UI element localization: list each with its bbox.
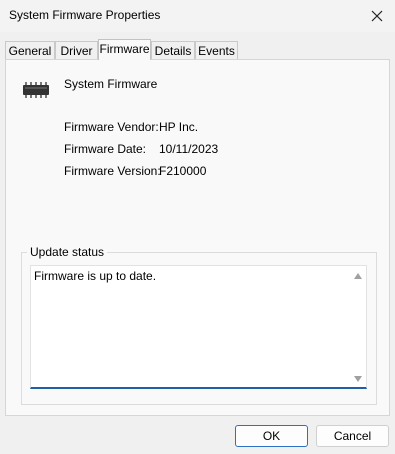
device-name: System Firmware (64, 77, 158, 91)
firmware-panel: System Firmware Firmware Vendor: HP Inc.… (5, 59, 390, 416)
ok-button[interactable]: OK (235, 425, 308, 447)
scroll-up-button[interactable] (352, 270, 363, 281)
tab-general[interactable]: General (5, 41, 55, 59)
update-status-label: Update status (27, 245, 108, 259)
tab-details[interactable]: Details (151, 41, 195, 59)
close-button[interactable] (359, 0, 395, 32)
tab-events[interactable]: Events (195, 41, 238, 59)
tab-firmware[interactable]: Firmware (98, 39, 151, 60)
firmware-date-value: 10/11/2023 (159, 142, 219, 156)
close-icon (371, 10, 383, 22)
firmware-vendor-label: Firmware Vendor: (64, 120, 159, 134)
scroll-down-button[interactable] (352, 373, 363, 384)
update-status-text: Firmware is up to date. (34, 269, 157, 283)
firmware-version-value: F210000 (159, 164, 207, 178)
scroll-up-arrow-icon (353, 272, 362, 279)
update-status-group: Update status Firmware is up to date. (21, 245, 377, 405)
update-status-textbox[interactable]: Firmware is up to date. (30, 265, 367, 389)
firmware-version-label: Firmware Version: (64, 164, 161, 178)
cancel-button[interactable]: Cancel (316, 425, 389, 447)
window-title: System Firmware Properties (9, 8, 161, 22)
tab-strip: General Driver Firmware Details Events (5, 39, 390, 60)
firmware-vendor-value: HP Inc. (159, 120, 199, 134)
title-bar: System Firmware Properties (0, 0, 395, 32)
tab-driver[interactable]: Driver (55, 41, 98, 59)
scroll-down-arrow-icon (353, 375, 362, 382)
firmware-date-label: Firmware Date: (64, 142, 147, 156)
chip-icon (23, 82, 49, 98)
